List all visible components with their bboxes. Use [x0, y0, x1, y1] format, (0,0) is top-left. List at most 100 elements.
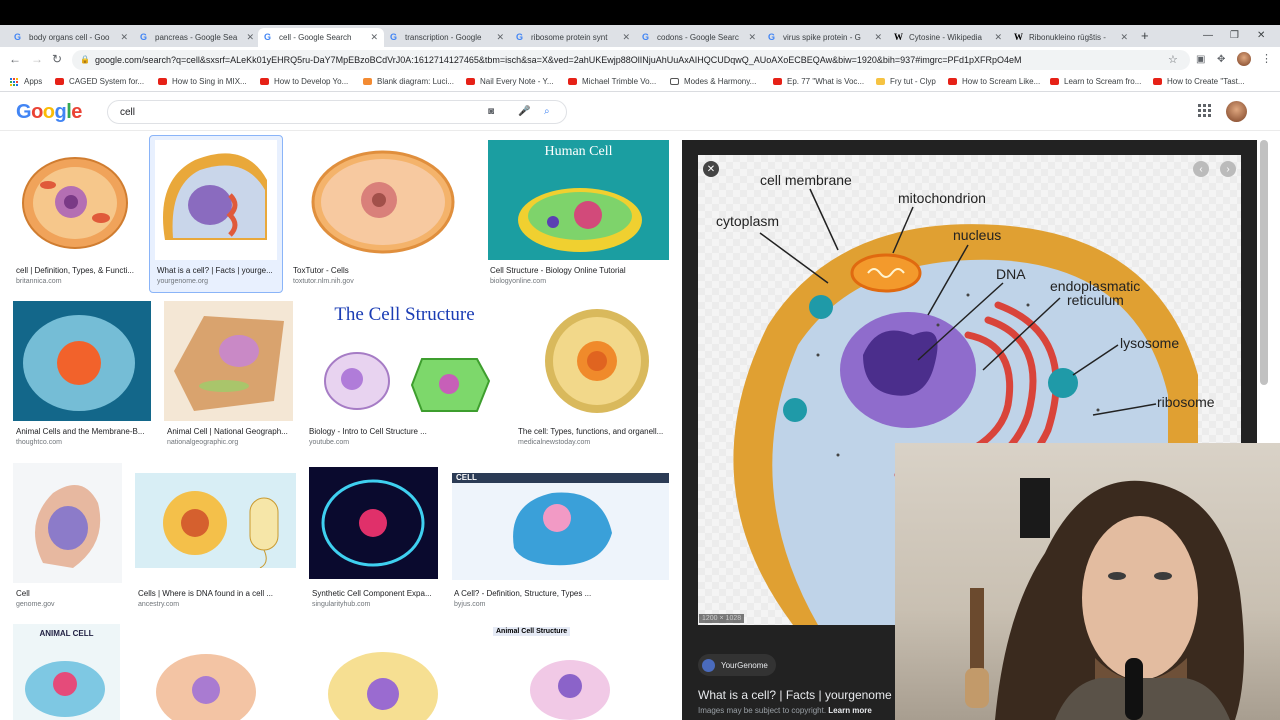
result-caption-12[interactable]: A Cell? - Definition, Structure, Types .…	[454, 589, 591, 598]
profile-avatar[interactable]	[1237, 52, 1251, 66]
google-g-icon: G	[768, 32, 776, 42]
result-thumb-7[interactable]: The Cell Structure	[307, 301, 502, 421]
bookmark-scream-from[interactable]: Learn to Scream fro...	[1050, 77, 1141, 86]
close-icon[interactable]: ✕	[246, 32, 254, 43]
result-source-5: thoughtco.com	[16, 439, 62, 446]
label-cell-membrane: cell membrane	[760, 172, 852, 188]
close-icon[interactable]: ✕	[120, 32, 128, 43]
learn-more-link[interactable]: Learn more	[828, 706, 872, 715]
tab-virus-spike[interactable]: Gvirus spike protein - G ✕	[762, 28, 888, 47]
result-caption-5[interactable]: Animal Cells and the Membrane-B...	[16, 427, 154, 436]
label-lysosome: lysosome	[1120, 335, 1180, 351]
result-thumb-6[interactable]	[164, 301, 293, 421]
close-icon[interactable]: ✕	[370, 32, 378, 43]
bookmark-apps[interactable]: Apps	[10, 77, 42, 86]
new-tab-icon[interactable]: +	[1141, 28, 1149, 43]
result-thumb-4[interactable]: Human Cell	[488, 140, 669, 260]
close-window-icon[interactable]: ✕	[1257, 30, 1265, 41]
minimize-icon[interactable]: —	[1203, 30, 1213, 41]
result-caption-7[interactable]: Biology - Intro to Cell Structure ...	[309, 427, 427, 436]
result-thumb-14[interactable]	[134, 624, 280, 720]
restore-icon[interactable]: ❐	[1230, 30, 1239, 41]
result-source-11: singularityhub.com	[312, 601, 371, 608]
result-thumb-13[interactable]: ANIMAL CELL	[13, 624, 120, 720]
close-icon[interactable]: ✕	[496, 32, 504, 43]
wikipedia-icon: W	[1014, 32, 1023, 42]
result-thumb-3[interactable]	[289, 140, 475, 260]
forward-arrow-icon[interactable]: →	[31, 52, 43, 66]
bookmark-develop[interactable]: How to Develop Yo...	[260, 77, 348, 86]
tab-codons[interactable]: Gcodons - Google Searc ✕	[636, 28, 762, 47]
result-caption-10[interactable]: Cells | Where is DNA found in a cell ...	[138, 589, 290, 598]
tab-strip: Gbody organs cell - Goo ✕ Gpancreas - Goo…	[0, 25, 1280, 47]
result-caption-2[interactable]: What is a cell? | Facts | yourge...	[157, 266, 277, 275]
bookmark-tasty[interactable]: How to Create "Tast...	[1153, 77, 1245, 86]
close-icon[interactable]: ✕	[622, 32, 630, 43]
bookmark-trimble[interactable]: Michael Trimble Vo...	[568, 77, 656, 86]
bookmark-modes[interactable]: Modes & Harmony...	[670, 77, 756, 86]
preview-title[interactable]: What is a cell? | Facts | yourgenome	[698, 688, 894, 702]
tab-body-organs-cell[interactable]: Gbody organs cell - Goo ✕	[8, 28, 134, 47]
lock-icon: 🔒	[80, 55, 90, 64]
tab-pancreas[interactable]: Gpancreas - Google Sea ✕	[134, 28, 260, 47]
tab-cytosine[interactable]: W Cytosine - Wikipedia ✕	[888, 28, 1008, 47]
google-apps-icon[interactable]	[1198, 104, 1211, 117]
result-thumb-9[interactable]	[13, 463, 122, 583]
close-preview-icon[interactable]: ✕	[703, 161, 719, 177]
result-source-3: toxtutor.nlm.nih.gov	[293, 278, 354, 285]
bookmark-fry[interactable]: Fry tut - Clyp	[876, 77, 936, 86]
previous-image-icon[interactable]: ‹	[1193, 161, 1209, 177]
source-chip[interactable]: YourGenome	[698, 654, 776, 676]
bookmark-scream-like[interactable]: How to Scream Like...	[948, 77, 1040, 86]
result-caption-9[interactable]: Cell	[16, 589, 30, 598]
bookmark-lucid[interactable]: Blank diagram: Luci...	[363, 77, 454, 86]
next-image-icon[interactable]: ›	[1220, 161, 1236, 177]
result-thumb-16[interactable]: Animal Cell Structure	[490, 624, 669, 720]
star-icon[interactable]: ☆	[1168, 53, 1178, 66]
bookmark-caged[interactable]: CAGED System for...	[55, 77, 144, 86]
result-caption-8[interactable]: The cell: Types, functions, and organell…	[518, 427, 670, 436]
bookmark-ep77[interactable]: Ep. 77 "What is Voc...	[773, 77, 864, 86]
result-thumb-8[interactable]	[516, 301, 669, 421]
result-caption-3[interactable]: ToxTutor - Cells	[293, 266, 349, 275]
extension-icon[interactable]: ▣	[1196, 54, 1205, 65]
result-thumb-10[interactable]	[135, 473, 296, 568]
tab-transcription[interactable]: Gtranscription - Google ✕	[384, 28, 510, 47]
search-input[interactable]: cell	[120, 107, 135, 118]
google-logo[interactable]: Google	[16, 101, 82, 124]
microphone-icon[interactable]: 🎤	[518, 106, 530, 117]
camera-icon[interactable]: ◙	[488, 106, 494, 117]
result-thumb-15[interactable]	[293, 624, 477, 720]
result-caption-11[interactable]: Synthetic Cell Component Expa...	[312, 589, 432, 598]
result-caption-1[interactable]: cell | Definition, Types, & Functi...	[16, 266, 142, 275]
close-icon[interactable]: ✕	[1120, 32, 1128, 43]
reload-icon[interactable]: ↻	[52, 52, 62, 66]
close-icon[interactable]: ✕	[874, 32, 882, 43]
close-icon[interactable]: ✕	[748, 32, 756, 43]
result-caption-4[interactable]: Cell Structure - Biology Online Tutorial	[490, 266, 626, 275]
puzzle-icon[interactable]: ✥	[1217, 54, 1225, 65]
back-arrow-icon[interactable]: ←	[9, 52, 21, 66]
account-avatar[interactable]	[1226, 101, 1247, 122]
tab-cell[interactable]: Gcell - Google Search ✕	[258, 28, 384, 47]
close-icon[interactable]: ✕	[994, 32, 1002, 43]
search-box[interactable]: cell ◙ 🎤 ⌕	[107, 100, 567, 124]
scrollbar-thumb[interactable]	[1260, 140, 1268, 385]
bookmark-nail-note[interactable]: Nail Every Note - Y...	[466, 77, 554, 86]
result-thumb-12[interactable]: CELL	[452, 473, 669, 580]
label-nucleus: nucleus	[953, 227, 1002, 243]
result-thumb-2[interactable]	[155, 140, 277, 260]
url-text[interactable]: google.com/search?q=cell&sxsrf=ALeKk01yE…	[95, 55, 1022, 65]
menu-icon[interactable]: ⋮	[1261, 52, 1272, 65]
label-mitochondrion: mitochondrion	[898, 190, 986, 206]
search-icon[interactable]: ⌕	[544, 106, 550, 117]
result-thumb-11[interactable]	[309, 467, 438, 579]
result-caption-6[interactable]: Animal Cell | National Geograph...	[167, 427, 293, 436]
tab-ribosome[interactable]: Gribosome protein synt ✕	[510, 28, 636, 47]
tab-ribonukleino[interactable]: W Ribonukleino rūgštis - ✕	[1008, 28, 1134, 47]
clyp-icon	[876, 78, 885, 85]
bookmark-sing-mix[interactable]: How to Sing in MIX...	[158, 77, 247, 86]
result-thumb-5[interactable]	[13, 301, 151, 421]
result-source-4: biologyonline.com	[490, 278, 547, 285]
result-thumb-1[interactable]	[13, 140, 142, 260]
